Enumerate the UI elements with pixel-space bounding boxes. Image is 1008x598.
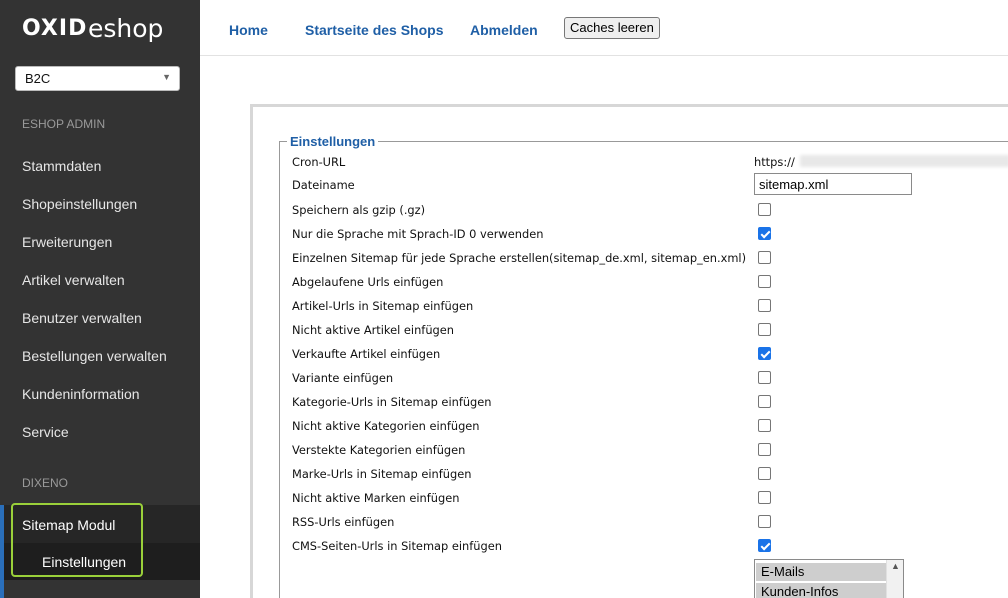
option-checkbox[interactable] bbox=[758, 443, 771, 456]
sidebar-item-kundeninformation[interactable]: Kundeninformation bbox=[22, 386, 140, 402]
option-checkbox[interactable] bbox=[758, 491, 771, 504]
settings-legend: Einstellungen bbox=[287, 134, 379, 149]
option-checkbox[interactable] bbox=[758, 539, 771, 552]
option-label: Nicht aktive Artikel einfügen bbox=[292, 323, 454, 337]
option-checkbox[interactable] bbox=[758, 371, 771, 384]
option-label: RSS-Urls einfügen bbox=[292, 515, 395, 529]
option-label: Speichern als gzip (.gz) bbox=[292, 203, 426, 217]
sidebar-item-bestellungen[interactable]: Bestellungen verwalten bbox=[22, 348, 167, 364]
sidebar: OXID eshop B2C ▼ ESHOP ADMIN Stammdaten … bbox=[0, 0, 200, 598]
option-label: Nicht aktive Kategorien einfügen bbox=[292, 419, 480, 433]
oxid-eshop-logo[interactable]: OXID eshop bbox=[22, 14, 187, 44]
listbox-scrollbar[interactable]: ▲ bbox=[886, 560, 903, 598]
listbox-option[interactable]: Kunden-Infos bbox=[756, 583, 886, 598]
option-label: Verkaufte Artikel einfügen bbox=[292, 347, 441, 361]
filename-label: Dateiname bbox=[292, 178, 355, 192]
filename-input[interactable] bbox=[754, 173, 912, 195]
option-checkbox[interactable] bbox=[758, 347, 771, 360]
submenu-highlight-frame bbox=[11, 503, 143, 577]
option-checkbox[interactable] bbox=[758, 275, 771, 288]
option-label: Variante einfügen bbox=[292, 371, 394, 385]
option-checkbox[interactable] bbox=[758, 515, 771, 528]
cms-pages-listbox[interactable]: E-Mails Kunden-Infos ▲ bbox=[754, 559, 904, 598]
option-checkbox[interactable] bbox=[758, 323, 771, 336]
scroll-up-icon[interactable]: ▲ bbox=[891, 561, 900, 571]
option-checkbox[interactable] bbox=[758, 395, 771, 408]
option-label: Verstekte Kategorien einfügen bbox=[292, 443, 466, 457]
logo-oxid-text: OXID bbox=[22, 16, 88, 41]
option-checkbox[interactable] bbox=[758, 251, 771, 264]
sidebar-item-stammdaten[interactable]: Stammdaten bbox=[22, 158, 101, 174]
option-label: Nicht aktive Marken einfügen bbox=[292, 491, 460, 505]
shop-select-value: B2C bbox=[25, 71, 51, 86]
cron-url-redacted bbox=[800, 155, 1008, 167]
option-label: CMS-Seiten-Urls in Sitemap einfügen bbox=[292, 539, 502, 553]
sidebar-item-shopeinstellungen[interactable]: Shopeinstellungen bbox=[22, 196, 137, 212]
fieldset-border-left bbox=[279, 141, 280, 598]
section-eshop-admin: ESHOP ADMIN bbox=[22, 117, 106, 131]
option-checkbox[interactable] bbox=[758, 419, 771, 432]
shop-select[interactable]: B2C ▼ bbox=[15, 66, 180, 91]
logo-eshop-text: eshop bbox=[88, 14, 164, 43]
nav-startseite-link[interactable]: Startseite des Shops bbox=[305, 22, 444, 38]
sidebar-item-benutzer[interactable]: Benutzer verwalten bbox=[22, 310, 142, 326]
option-label: Marke-Urls in Sitemap einfügen bbox=[292, 467, 472, 481]
top-navigation: Home Startseite des Shops Abmelden Cache… bbox=[200, 0, 1008, 56]
submenu-accent-bar bbox=[0, 505, 4, 598]
cron-url-value: https:// bbox=[754, 155, 795, 169]
option-label: Einzelnen Sitemap für jede Sprache erste… bbox=[292, 251, 747, 265]
option-label: Kategorie-Urls in Sitemap einfügen bbox=[292, 395, 492, 409]
option-label: Artikel-Urls in Sitemap einfügen bbox=[292, 299, 474, 313]
sidebar-item-erweiterungen[interactable]: Erweiterungen bbox=[22, 234, 112, 250]
chevron-down-icon: ▼ bbox=[162, 72, 171, 82]
listbox-option[interactable]: E-Mails bbox=[756, 563, 886, 581]
fieldset-border-top bbox=[280, 141, 1008, 142]
option-label: Abgelaufene Urls einfügen bbox=[292, 275, 444, 289]
option-checkbox[interactable] bbox=[758, 227, 771, 240]
option-checkbox[interactable] bbox=[758, 467, 771, 480]
nav-home-link[interactable]: Home bbox=[229, 22, 268, 38]
option-label: Nur die Sprache mit Sprach-ID 0 verwende… bbox=[292, 227, 544, 241]
clear-cache-button[interactable]: Caches leeren bbox=[564, 17, 660, 39]
nav-abmelden-link[interactable]: Abmelden bbox=[470, 22, 538, 38]
option-checkbox[interactable] bbox=[758, 203, 771, 216]
section-dixeno: DIXENO bbox=[22, 476, 69, 490]
option-checkbox[interactable] bbox=[758, 299, 771, 312]
cron-url-label: Cron-URL bbox=[292, 155, 346, 169]
sidebar-item-service[interactable]: Service bbox=[22, 424, 69, 440]
sidebar-item-artikel[interactable]: Artikel verwalten bbox=[22, 272, 125, 288]
